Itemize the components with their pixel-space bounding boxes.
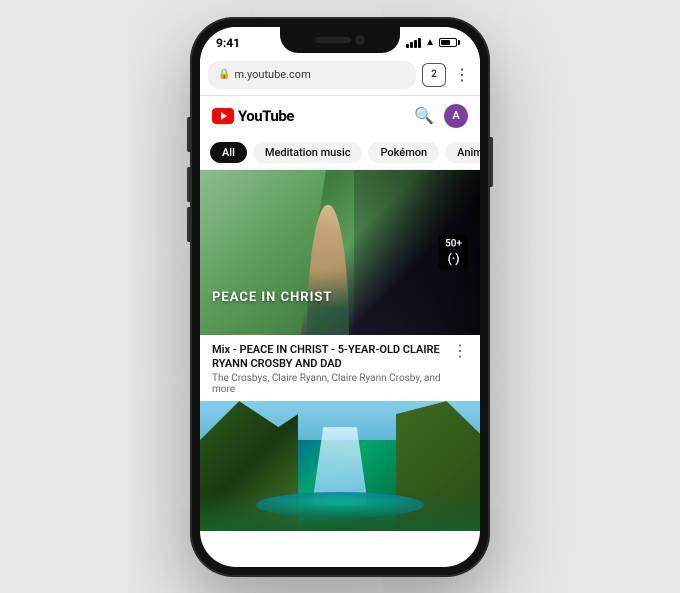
video-card-2 [200, 401, 480, 531]
badge-count: 50+ [445, 239, 462, 250]
nature-left [200, 170, 326, 335]
youtube-header: YouTube 🔍 A [200, 96, 480, 136]
notch-camera [355, 35, 365, 45]
filter-chip-animal[interactable]: Animal Cross [445, 142, 480, 163]
signal-bar-2 [410, 42, 413, 48]
phone-notch [280, 27, 400, 53]
thumbnail-bg-2 [200, 401, 480, 531]
youtube-avatar[interactable]: A [444, 104, 468, 128]
waterfall-rocks [200, 491, 480, 531]
tab-count[interactable]: 2 [422, 63, 446, 87]
signal-bar-4 [418, 38, 421, 48]
video-thumbnail-1[interactable]: PEACE IN CHRIST 50+ (·) [200, 170, 480, 335]
signal-bars-icon [406, 38, 421, 48]
video-overlay-text: PEACE IN CHRIST [212, 290, 332, 305]
signal-bar-3 [414, 40, 417, 48]
video-channel-1: The Crosbys, Claire Ryann, Claire Ryann … [212, 373, 444, 395]
youtube-play-icon [212, 108, 234, 124]
url-text: m.youtube.com [234, 68, 310, 81]
play-triangle [221, 112, 227, 120]
video-thumbnail-2[interactable] [200, 401, 480, 531]
video-count-badge: 50+ (·) [439, 235, 468, 270]
phone-screen: 9:41 ▲ 🔒 m.y [200, 27, 480, 567]
filter-chips-row: All Meditation music Pokémon Animal Cros… [200, 136, 480, 170]
filter-chip-all-label: All [222, 146, 235, 159]
video-info-1: Mix - PEACE IN CHRIST - 5-YEAR-OLD CLAIR… [200, 335, 480, 402]
status-time: 9:41 [216, 36, 240, 50]
video-more-icon-1[interactable]: ⋮ [444, 343, 468, 359]
thumbnail-bg-1 [200, 170, 480, 335]
youtube-content: PEACE IN CHRIST 50+ (·) Mix - PEACE IN C… [200, 170, 480, 567]
battery-fill [441, 40, 450, 45]
status-icons: ▲ [406, 37, 460, 48]
youtube-action-icons: 🔍 A [414, 104, 468, 128]
filter-chip-pokemon-label: Pokémon [380, 146, 427, 159]
battery-tip [458, 40, 460, 45]
youtube-logo[interactable]: YouTube [212, 107, 294, 125]
filter-chip-animal-label: Animal Cross [457, 146, 480, 159]
youtube-wordmark: YouTube [238, 107, 294, 125]
url-bar[interactable]: 🔒 m.youtube.com [208, 61, 416, 89]
notch-speaker [315, 37, 351, 43]
badge-radio-icon: (·) [445, 252, 462, 266]
filter-chip-meditation[interactable]: Meditation music [253, 142, 363, 163]
browser-more-icon[interactable]: ⋮ [452, 65, 472, 84]
filter-chip-meditation-label: Meditation music [265, 146, 351, 159]
youtube-search-icon[interactable]: 🔍 [414, 106, 434, 125]
video-title-1: Mix - PEACE IN CHRIST - 5-YEAR-OLD CLAIR… [212, 343, 444, 372]
browser-bar: 🔒 m.youtube.com 2 ⋮ [200, 55, 480, 96]
signal-bar-1 [406, 44, 409, 48]
phone-mockup: 9:41 ▲ 🔒 m.y [190, 17, 490, 577]
lock-icon: 🔒 [218, 69, 230, 80]
video-text-1: Mix - PEACE IN CHRIST - 5-YEAR-OLD CLAIR… [212, 343, 444, 396]
filter-chip-all[interactable]: All [210, 142, 247, 163]
wifi-icon: ▲ [425, 37, 435, 48]
battery-icon [439, 38, 460, 47]
video-card-1: PEACE IN CHRIST 50+ (·) Mix - PEACE IN C… [200, 170, 480, 402]
filter-chip-pokemon[interactable]: Pokémon [368, 142, 439, 163]
